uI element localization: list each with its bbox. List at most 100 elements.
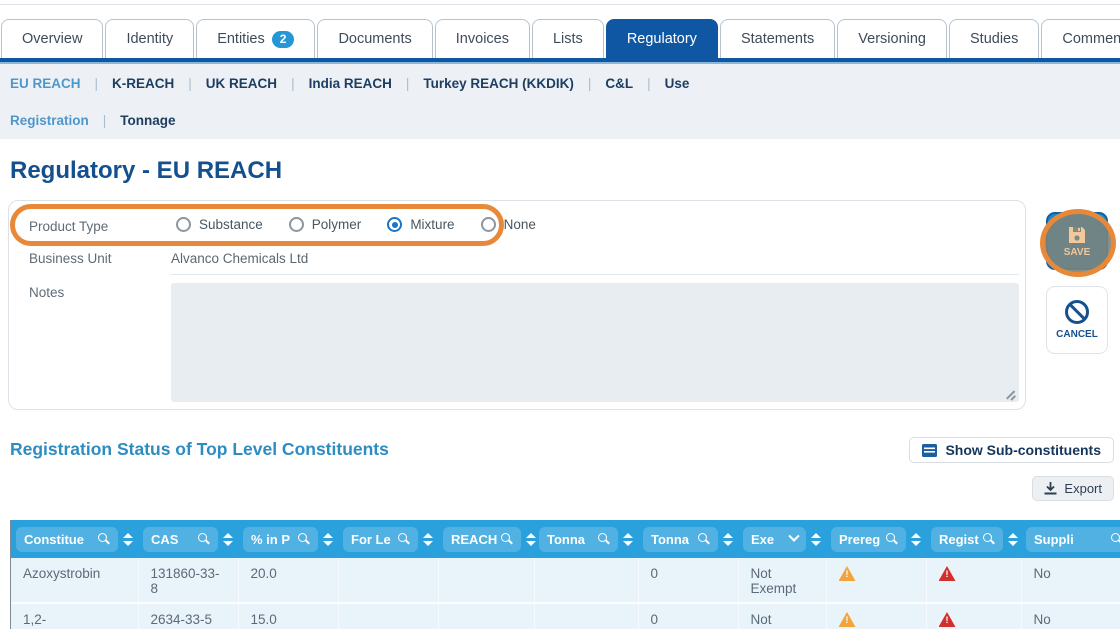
column-header[interactable]: Suppli [1021,520,1120,558]
tab-label: Comments [1062,31,1120,47]
main-tab[interactable]: Comments [1041,19,1120,58]
radio-icon[interactable] [387,217,403,232]
regulation-nav-item[interactable]: K-REACH | [112,76,192,91]
column-filter[interactable]: Suppli [1026,526,1120,552]
search-icon[interactable] [698,532,710,546]
sort-arrows-icon[interactable] [723,532,733,546]
table-cell [438,558,535,604]
sort-arrows-icon[interactable] [811,532,821,546]
regulation-nav-item[interactable]: C&L | [605,76,650,91]
subnav-band: EU REACH | K-REACH | UK REACH | India RE… [0,62,1120,139]
product-type-option[interactable]: Mixture [387,217,455,232]
regulation-nav-item[interactable]: Use | [665,76,690,91]
main-tab[interactable]: Lists [531,19,604,58]
radio-icon[interactable] [288,217,304,232]
search-icon[interactable] [501,532,513,546]
tab-label: Documents [338,31,412,47]
column-header[interactable]: % in P [238,520,338,558]
section-nav: Registration | Tonnage | [10,113,190,128]
section-nav-item[interactable]: Registration | [10,113,106,128]
notes-label: Notes [29,285,65,300]
main-tab[interactable]: Statements [719,19,836,58]
notes-textarea[interactable] [171,283,1019,402]
column-header[interactable]: For Le [338,520,438,558]
search-icon[interactable] [198,532,210,546]
tab-label: Lists [552,31,583,47]
sort-arrows-icon[interactable] [423,532,433,546]
nav-divider: | [291,76,295,91]
warning-orange-icon [839,566,856,581]
main-tab[interactable]: Studies [949,19,1040,58]
export-button[interactable]: Export [1032,476,1114,501]
column-header[interactable]: CAS [138,520,238,558]
search-icon[interactable] [1111,532,1120,546]
constituents-section-title: Registration Status of Top Level Constit… [10,439,389,459]
sort-arrows-icon[interactable] [323,532,333,546]
column-label: Tonna [651,531,690,547]
main-tab[interactable]: Invoices [434,19,530,58]
chevron-down-icon[interactable] [788,530,800,542]
product-type-option[interactable]: Polymer [288,217,361,232]
regulation-nav-item[interactable]: UK REACH | [206,76,295,91]
nav-divider: | [405,76,410,91]
column-header[interactable]: Constitue [11,520,138,558]
download-icon [1044,482,1057,495]
column-header[interactable]: Exe [738,520,826,558]
search-icon[interactable] [598,532,610,546]
main-tab[interactable]: Overview [1,19,104,58]
radio-icon[interactable] [480,217,496,232]
column-header[interactable]: REACH [438,520,537,558]
cancel-button[interactable]: CANCEL [1046,286,1108,354]
column-filter[interactable]: Tonna [539,526,618,552]
main-tab[interactable]: Documents [317,19,433,58]
warning-orange-icon [839,612,856,627]
search-icon[interactable] [98,532,110,546]
column-filter[interactable]: For Le [343,526,418,552]
main-tab[interactable]: Entities 2 [196,19,316,58]
main-tab[interactable]: Regulatory [605,19,718,58]
radio-icon[interactable] [176,217,191,232]
product-type-option[interactable]: None [480,217,536,232]
column-filter[interactable]: Tonna [643,526,718,552]
column-header[interactable]: Regist [926,520,1021,558]
main-tab[interactable]: Versioning [837,19,947,58]
column-header[interactable]: Tonna [534,520,638,558]
search-icon[interactable] [298,532,310,546]
column-filter[interactable]: CAS [143,526,218,552]
regulation-nav-item[interactable]: India REACH | [309,76,410,91]
page-title: Regulatory - EU REACH [10,157,283,184]
sort-arrows-icon[interactable] [123,532,133,546]
table-row[interactable]: 1,2-Benzisothiazol-2634-33-515.0 0Not Exe… [11,603,1120,629]
tab-label: Overview [22,31,83,47]
textarea-resize-handle[interactable] [1005,389,1016,400]
table-cell [438,603,535,629]
show-sub-constituents-button[interactable]: Show Sub-constituents [909,437,1114,463]
column-filter[interactable]: Constitue [16,526,118,552]
search-icon[interactable] [886,532,898,546]
save-button[interactable]: SAVE [1040,209,1116,277]
sort-arrows-icon[interactable] [526,532,537,546]
column-filter[interactable]: Regist [931,526,1003,552]
sort-arrows-icon[interactable] [223,532,233,546]
regulation-nav-item[interactable]: EU REACH | [10,76,98,91]
sort-arrows-icon[interactable] [623,532,633,546]
regulation-nav-item[interactable]: Turkey REACH (KKDIK) | [423,76,591,91]
tab-label: Studies [970,31,1019,47]
column-filter[interactable]: % in P [243,526,318,552]
search-icon[interactable] [982,532,995,546]
column-filter[interactable]: REACH [443,526,522,552]
column-header[interactable]: Prereg [826,520,926,558]
show-sub-label: Show Sub-constituents [945,442,1101,458]
column-filter[interactable]: Prereg [831,526,906,552]
sort-arrows-icon[interactable] [911,532,921,546]
search-icon[interactable] [398,532,410,546]
product-type-option[interactable]: Substance [176,217,263,232]
column-filter[interactable]: Exe [743,526,806,552]
sort-arrows-icon[interactable] [1007,532,1018,546]
main-tab[interactable]: Identity [105,19,195,58]
column-label: % in P [251,531,291,547]
table-row[interactable]: Azoxystrobin131860-33-820.0 0Not Exempt No [11,558,1120,604]
section-nav-item[interactable]: Tonnage | [120,113,175,128]
column-label: Prereg [839,531,881,547]
column-header[interactable]: Tonna [638,520,738,558]
